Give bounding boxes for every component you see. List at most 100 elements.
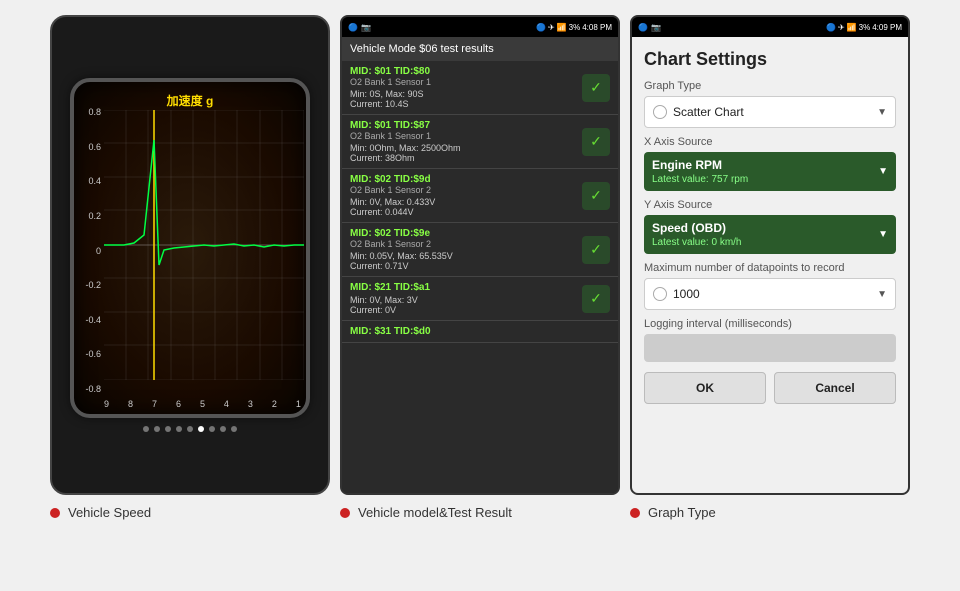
result-mid-6: MID: $31 TID:$d0 bbox=[350, 326, 610, 337]
phone2: 🔵 📷 🔵 ✈ 📶 3% 4:08 PM Vehicle Mode $06 te… bbox=[340, 15, 620, 495]
result-mid-1: MID: $01 TID:$80 bbox=[350, 66, 577, 77]
label2-dot bbox=[340, 508, 350, 518]
ok-check-1[interactable]: ✓ bbox=[582, 74, 610, 102]
graph-type-arrow-icon: ▼ bbox=[877, 107, 887, 118]
status-right: 🔵 ✈ 📶 3% 4:08 PM bbox=[536, 23, 612, 32]
chart-settings-title: Chart Settings bbox=[644, 49, 896, 70]
max-datapoints-arrow-icon: ▼ bbox=[877, 289, 887, 300]
phone2-header: Vehicle Mode $06 test results bbox=[342, 37, 618, 61]
result-text-1: MID: $01 TID:$80 O2 Bank 1 Sensor 1 Min:… bbox=[350, 66, 577, 109]
x-axis-label: X Axis Source bbox=[644, 136, 896, 148]
label2-text: Vehicle model&Test Result bbox=[358, 505, 512, 520]
y-label-0.4: 0.4 bbox=[79, 176, 101, 186]
max-datapoints-label: Maximum number of datapoints to record bbox=[644, 262, 896, 274]
graph-type-value: Scatter Chart bbox=[673, 105, 744, 119]
graph-type-radio[interactable] bbox=[653, 105, 667, 119]
result-text-2: MID: $01 TID:$87 O2 Bank 1 Sensor 1 Min:… bbox=[350, 120, 577, 163]
max-datapoints-value: 1000 bbox=[673, 287, 700, 301]
max-datapoints-radio[interactable] bbox=[653, 287, 667, 301]
logging-slider[interactable] bbox=[644, 334, 896, 362]
result-sensor-3: O2 Bank 1 Sensor 2 bbox=[350, 185, 577, 195]
chart-settings-content: Chart Settings Graph Type Scatter Chart … bbox=[632, 37, 908, 493]
result-values-5: Min: 0V, Max: 3V Current: 0V bbox=[350, 295, 577, 315]
dialog-buttons: OK Cancel bbox=[644, 372, 896, 404]
graph-widget: 加速度 g 0.8 0.6 0.4 0.2 0 -0.2 -0.4 -0.6 -… bbox=[70, 78, 310, 418]
result-sensor-2: O2 Bank 1 Sensor 1 bbox=[350, 131, 577, 141]
cancel-button[interactable]: Cancel bbox=[774, 372, 896, 404]
ok-check-5[interactable]: ✓ bbox=[582, 285, 610, 313]
result-sensor-4: O2 Bank 1 Sensor 2 bbox=[350, 239, 577, 249]
y-label-0.8: 0.8 bbox=[79, 107, 101, 117]
dot-4[interactable] bbox=[176, 426, 182, 432]
dot-7[interactable] bbox=[209, 426, 215, 432]
panel3-container: 🔵 📷 🔵 ✈ 📶 3% 4:09 PM Chart Settings Grap… bbox=[630, 15, 910, 495]
phone3: 🔵 📷 🔵 ✈ 📶 3% 4:09 PM Chart Settings Grap… bbox=[630, 15, 910, 495]
logging-label: Logging interval (milliseconds) bbox=[644, 318, 896, 330]
y-axis-info: Speed (OBD) Latest value: 0 km/h bbox=[652, 221, 742, 248]
phone2-content[interactable]: MID: $01 TID:$80 O2 Bank 1 Sensor 1 Min:… bbox=[342, 61, 618, 493]
label1-container: Vehicle Speed bbox=[50, 505, 330, 520]
ok-button[interactable]: OK bbox=[644, 372, 766, 404]
phone1: 加速度 g 0.8 0.6 0.4 0.2 0 -0.2 -0.4 -0.6 -… bbox=[50, 15, 330, 495]
graph-type-label: Graph Type bbox=[644, 80, 896, 92]
max-datapoints-dropdown[interactable]: 1000 ▼ bbox=[644, 278, 896, 310]
y-label-neg0.2: -0.2 bbox=[79, 280, 101, 290]
label1-dot bbox=[50, 508, 60, 518]
dot-8[interactable] bbox=[220, 426, 226, 432]
result-values-3: Min: 0V, Max: 0.433V Current: 0.044V bbox=[350, 197, 577, 217]
result-item-6: MID: $31 TID:$d0 bbox=[342, 321, 618, 343]
y-axis-source-box[interactable]: Speed (OBD) Latest value: 0 km/h ▼ bbox=[644, 215, 896, 254]
result-sensor-1: O2 Bank 1 Sensor 1 bbox=[350, 77, 577, 87]
status3-left: 🔵 📷 bbox=[638, 23, 661, 32]
result-text-4: MID: $02 TID:$9e O2 Bank 1 Sensor 2 Min:… bbox=[350, 228, 577, 271]
ok-check-2[interactable]: ✓ bbox=[582, 128, 610, 156]
x-axis-info: Engine RPM Latest value: 757 rpm bbox=[652, 158, 748, 185]
status-left: 🔵 📷 bbox=[348, 23, 371, 32]
label1-text: Vehicle Speed bbox=[68, 505, 151, 520]
result-mid-3: MID: $02 TID:$9d bbox=[350, 174, 577, 185]
bottom-labels: Vehicle Speed Vehicle model&Test Result … bbox=[0, 495, 960, 520]
result-item-1: MID: $01 TID:$80 O2 Bank 1 Sensor 1 Min:… bbox=[342, 61, 618, 115]
y-label-0: 0 bbox=[79, 246, 101, 256]
x-axis-labels: 9 8 7 6 5 4 3 2 1 bbox=[104, 399, 301, 409]
y-label-neg0.8: -0.8 bbox=[79, 384, 101, 394]
result-mid-2: MID: $01 TID:$87 bbox=[350, 120, 577, 131]
x-axis-sub: Latest value: 757 rpm bbox=[652, 174, 748, 185]
label3-text: Graph Type bbox=[648, 505, 716, 520]
result-item-3: MID: $02 TID:$9d O2 Bank 1 Sensor 2 Min:… bbox=[342, 169, 618, 223]
y-label-neg0.4: -0.4 bbox=[79, 315, 101, 325]
x-axis-value: Engine RPM bbox=[652, 158, 748, 172]
panel1-container: 加速度 g 0.8 0.6 0.4 0.2 0 -0.2 -0.4 -0.6 -… bbox=[50, 15, 330, 495]
x-axis-arrow-icon: ▼ bbox=[878, 166, 888, 177]
y-label-0.6: 0.6 bbox=[79, 142, 101, 152]
y-axis-label: Y Axis Source bbox=[644, 199, 896, 211]
result-text-6: MID: $31 TID:$d0 bbox=[350, 326, 610, 337]
result-values-1: Min: 0S, Max: 90S Current: 10.4S bbox=[350, 89, 577, 109]
y-axis-value: Speed (OBD) bbox=[652, 221, 742, 235]
y-axis-sub: Latest value: 0 km/h bbox=[652, 237, 742, 248]
dot-2[interactable] bbox=[154, 426, 160, 432]
ok-check-3[interactable]: ✓ bbox=[582, 182, 610, 210]
result-item-4: MID: $02 TID:$9e O2 Bank 1 Sensor 2 Min:… bbox=[342, 223, 618, 277]
panel2-container: 🔵 📷 🔵 ✈ 📶 3% 4:08 PM Vehicle Mode $06 te… bbox=[340, 15, 620, 495]
result-values-4: Min: 0.05V, Max: 65.535V Current: 0.71V bbox=[350, 251, 577, 271]
label3-dot bbox=[630, 508, 640, 518]
dot-3[interactable] bbox=[165, 426, 171, 432]
result-text-3: MID: $02 TID:$9d O2 Bank 1 Sensor 2 Min:… bbox=[350, 174, 577, 217]
result-item-5: MID: $21 TID:$a1 Min: 0V, Max: 3V Curren… bbox=[342, 277, 618, 321]
graph-svg bbox=[104, 110, 304, 380]
graph-label: 加速度 g bbox=[167, 92, 214, 109]
label3-container: Graph Type bbox=[630, 505, 910, 520]
status-bar-3: 🔵 📷 🔵 ✈ 📶 3% 4:09 PM bbox=[632, 17, 908, 37]
dot-6[interactable] bbox=[198, 426, 204, 432]
graph-type-dropdown[interactable]: Scatter Chart ▼ bbox=[644, 96, 896, 128]
result-item-2: MID: $01 TID:$87 O2 Bank 1 Sensor 1 Min:… bbox=[342, 115, 618, 169]
dot-1[interactable] bbox=[143, 426, 149, 432]
x-axis-source-box[interactable]: Engine RPM Latest value: 757 rpm ▼ bbox=[644, 152, 896, 191]
ok-check-4[interactable]: ✓ bbox=[582, 236, 610, 264]
label2-container: Vehicle model&Test Result bbox=[340, 505, 620, 520]
y-label-neg0.6: -0.6 bbox=[79, 349, 101, 359]
dot-5[interactable] bbox=[187, 426, 193, 432]
page-dots bbox=[143, 426, 237, 432]
dot-9[interactable] bbox=[231, 426, 237, 432]
